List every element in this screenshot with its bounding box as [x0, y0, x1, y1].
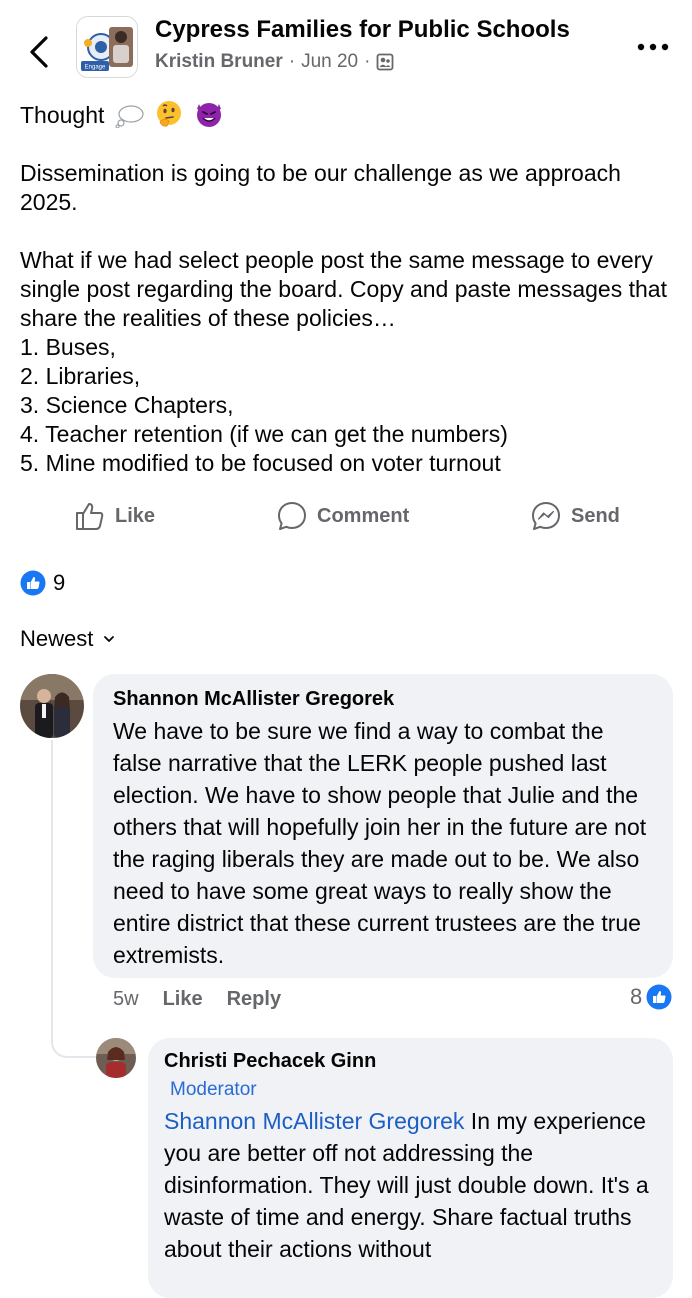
send-button[interactable]: Send	[530, 500, 620, 532]
meta-separator: ·	[288, 51, 296, 72]
comment-like-button[interactable]: Like	[163, 988, 203, 1011]
reply-bubble[interactable]: Christi Pechacek Ginn Moderator Shannon …	[148, 1038, 673, 1298]
post-intro: Thought	[20, 102, 105, 128]
avatar-badge-text: Engage	[85, 65, 106, 71]
avatar[interactable]	[96, 1038, 136, 1078]
sort-label: Newest	[20, 626, 94, 651]
reaction-summary[interactable]: 9	[20, 570, 65, 596]
post-list-item: 2. Libraries,	[20, 363, 141, 389]
smiling-devil-icon	[196, 103, 221, 127]
like-label: Like	[115, 504, 156, 527]
thinking-face-icon	[157, 101, 182, 127]
post-list-item: 5. Mine modified to be focused on voter …	[20, 450, 501, 476]
post-intro-line: Thought	[20, 100, 680, 130]
post-author[interactable]: Kristin Bruner	[155, 51, 283, 73]
like-reaction-icon	[20, 570, 46, 596]
comment-reply-button[interactable]: Reply	[227, 988, 281, 1011]
moderator-badge: Moderator	[170, 1079, 257, 1100]
group-avatar[interactable]: Engage	[76, 16, 138, 78]
send-label: Send	[571, 504, 620, 527]
post-body: Thought Dissemination is going to be our…	[20, 100, 680, 478]
commenter-photo	[20, 674, 84, 738]
post-paragraph-2: What if we had select people post the sa…	[20, 247, 667, 331]
back-chevron-icon[interactable]	[24, 32, 56, 72]
like-button[interactable]: Like	[74, 500, 155, 532]
reply-commenter-photo	[96, 1038, 136, 1078]
comment-label: Comment	[317, 504, 410, 527]
comment-button[interactable]: Comment	[276, 500, 409, 532]
post-actions: Like Comment Send	[0, 500, 692, 544]
reaction-count: 9	[53, 570, 66, 595]
avatar[interactable]	[20, 674, 84, 738]
post-list-item: 1. Buses,	[20, 334, 116, 360]
comment-text: We have to be sure we find a way to comb…	[113, 718, 647, 968]
reply-author[interactable]: Christi Pechacek Ginn	[164, 1050, 657, 1073]
reply-text-block: Shannon McAllister Gregorek In my experi…	[164, 1105, 657, 1265]
group-name[interactable]: Cypress Families for Public Schools	[155, 16, 570, 44]
comment-like-count[interactable]: 8	[630, 984, 672, 1010]
thread-line	[51, 740, 53, 1016]
group-avatar-image: Engage	[77, 17, 137, 77]
comment-author[interactable]: Shannon McAllister Gregorek	[113, 688, 653, 711]
thought-bubble-icon	[115, 105, 144, 128]
meta-separator-2: ·	[364, 51, 371, 72]
messenger-send-icon	[532, 502, 560, 530]
mention-link[interactable]: Shannon McAllister Gregorek	[164, 1108, 464, 1134]
group-members-icon	[377, 53, 394, 71]
post-list-item: 4. Teacher retention (if we can get the …	[20, 421, 508, 447]
thread-connector	[51, 1010, 97, 1058]
comment-sort-dropdown[interactable]: Newest	[20, 626, 115, 652]
chevron-down-icon	[104, 636, 115, 642]
post-list-item: 3. Science Chapters,	[20, 392, 234, 418]
comment-footer: 5w Like Reply	[113, 988, 281, 1011]
post-paragraph-1: Dissemination is going to be our challen…	[20, 160, 621, 215]
like-reaction-icon	[646, 984, 672, 1010]
comment-bubble[interactable]: Shannon McAllister Gregorek We have to b…	[93, 674, 673, 978]
like-thumb-icon	[76, 503, 104, 530]
comment-like-number: 8	[630, 984, 643, 1009]
comment-time[interactable]: 5w	[113, 988, 139, 1011]
comment-bubble-icon	[278, 502, 306, 530]
post-date[interactable]: Jun 20	[301, 51, 358, 73]
post-meta: Kristin Bruner · Jun 20 ·	[155, 51, 394, 73]
more-options-icon[interactable]	[636, 40, 670, 54]
